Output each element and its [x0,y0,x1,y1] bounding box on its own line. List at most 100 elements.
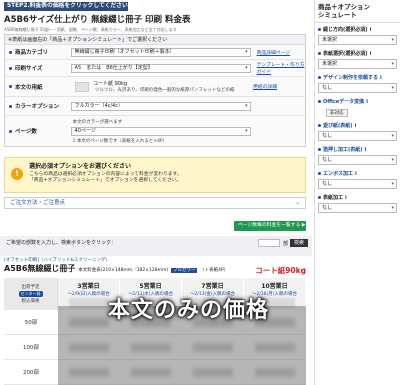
order-notes-label: ご注文方法・ご注意点 [10,200,66,206]
delivery-days: 3営業日 [77,282,100,290]
product-detail-link[interactable]: 商品詳細ページ [253,45,305,59]
endpaper-group: 遊び紙(表紙) i なし [315,119,400,143]
empty-link [253,116,305,146]
unsupported-tag: 非対応 [326,109,348,117]
info-icon[interactable]: i [370,51,372,57]
cover-select-group: 表紙選択(選択必須) i 未選択 [315,47,400,71]
design-request-select[interactable]: なし [318,83,397,93]
chevron-down-icon: ⌄ [295,200,300,206]
row-label: 印刷サイズ [5,60,69,76]
bullet-icon [318,76,321,79]
row-label: カラーオプション [5,97,69,115]
quantity-cell: 200部 [4,360,58,384]
row-label-text: ページ数 [15,129,37,135]
ship-header-cell: 出荷予定 センター発 税込価格 [4,278,58,310]
info-icon[interactable]: i [370,27,372,33]
main-content: STEP2.料金表の価格をクリックしてください A5B6サイズ仕上がり 無線綴じ… [0,0,312,385]
row-size: 印刷サイズ A5 または B6仕上がり【定型】 テンプレート・作り方ガイド [5,60,305,77]
page-subtitle: A5B6無線綴じ冊子 50部〜・用紙、部数、ページ数、表紙カラー、表紙加工など全… [4,27,177,32]
delivery-days: 10営業日 [261,282,288,290]
info-icon[interactable]: i [345,195,347,201]
quantity-cell: 100部 [4,335,58,359]
option-label: 綴じ方向(選択必須) i [318,26,397,33]
paper-select[interactable]: コート紙 90kg [93,80,234,87]
option-label-text: 表紙加工 [323,195,344,201]
option-label: Officeデータ変換 i [318,98,397,105]
search-button[interactable]: 検索 [290,239,308,247]
delivery-days: 5営業日 [139,282,162,290]
pages-select[interactable]: 40ページ [70,126,251,136]
option-label: 箔押し加工(表紙) i [318,146,397,153]
option-label-text[interactable]: エンボス加工 [323,170,353,177]
info-icon[interactable]: i [365,147,367,153]
warning-icon: ! [11,168,23,180]
template-guide-link[interactable]: テンプレート・作り方ガイド [253,60,305,76]
category-select[interactable]: 無線綴じ冊子印刷（オフセット印刷＋製本） [70,47,251,57]
order-notes-accordion[interactable]: ご注文方法・ご注意点 ⌄ [4,197,306,209]
required-options-warning: ! 選択必須オプションをお選びください こちらの商品は選択必須オプションの内容に… [4,157,306,193]
paper-thumbnail [75,81,89,92]
pages-hint: 1 本文のページ数です（表紙を入れると+4P） [72,138,168,144]
bullet-icon [318,52,321,55]
cover-finish-select[interactable]: なし [318,203,397,213]
color-badge: フルカラー [170,268,198,273]
binding-direction-group: 綴じ方向(選択必須) i 未選択 [315,23,400,47]
sidebar-title: 商品＋オプション シミュレート [315,0,400,23]
step-banner: STEP2.料金表の価格をクリックしてください [4,2,128,11]
center-badge: センター発 [18,291,43,297]
row-category: 商品カテゴリ 無線綴じ冊子印刷（オフセット印刷＋製本） 商品詳細ページ [5,45,305,60]
option-label: 表紙選択(選択必須) i [318,50,397,57]
row-label: ページ数 [5,116,69,146]
bullet-icon [318,28,321,31]
bullet-icon [9,104,12,108]
quantity-input[interactable] [258,239,280,247]
option-label-text: 綴じ方向(選択必須) [323,27,368,33]
price-title-main: A5B6無線綴じ冊子 [4,264,76,273]
option-label-text[interactable]: デザイン制作を依頼する [323,74,378,81]
option-label: 表紙加工 i [318,194,397,201]
cover-select[interactable]: 未選択 [318,59,397,69]
row-label: 商品カテゴリ [5,45,69,59]
body-only-price-overlay: 本文のみの価格 [108,298,270,323]
row-label: 本文の用紙 [5,77,73,96]
list-prices-by-pages-button[interactable]: ページ数毎の料金を一覧する ▶ [234,221,306,231]
paper-name: コート紙90kg [255,266,306,275]
option-label-text[interactable]: 遊び紙(表紙) [323,122,353,129]
info-icon[interactable]: i [366,99,368,105]
emboss-select[interactable]: なし [318,179,397,189]
quantity-search: ご希望の部数を入力し、検索ボタンをクリック： 部 検索 [0,236,312,256]
emboss-group: エンボス加工 i なし [315,167,400,191]
bullet-icon [318,172,321,175]
option-label-text: 表紙選択(選択必須) [323,51,368,57]
warning-title: 選択必須オプションをお選びください [29,163,132,170]
delivery-days: 7営業日 [201,282,224,290]
foil-stamp-select[interactable]: なし [318,155,397,165]
delivery-date: ～2/9(日)入稿の場合 [67,291,110,297]
price-title-suffix: （＋表紙4P） [200,268,229,273]
endpaper-select[interactable]: なし [318,131,397,141]
empty-link [253,97,305,115]
office-convert-group: Officeデータ変換 i 非対応 [315,95,400,119]
row-label-text: 本文の用紙 [15,84,43,91]
tax-label: 税込価格 [21,299,40,304]
paper-detail-link[interactable]: 用紙の詳細 [249,77,305,96]
spec-form: ※表紙は画面右の「商品＋オプションシミュレート」でご選択ください 商品カテゴリ … [4,34,306,147]
bullet-icon [318,124,321,127]
form-header-note: ※表紙は画面右の「商品＋オプションシミュレート」でご選択ください [5,35,305,45]
info-icon[interactable]: i [380,75,382,81]
pages-note: 本文のカラーが選べます [72,119,123,125]
info-icon[interactable]: i [355,123,357,129]
color-select[interactable]: フルカラー（4c/4c） [70,101,251,111]
size-select[interactable]: A5 または B6仕上がり【定型】 [70,63,251,73]
options-sidebar: 商品＋オプション シミュレート 綴じ方向(選択必須)i 未選択 表紙選択(選択必… [314,0,400,385]
cover-finish-group: 表紙加工 i なし [315,191,400,215]
row-label-text: カラーオプション [15,104,60,110]
binding-direction-select[interactable]: 未選択 [318,35,397,45]
info-icon[interactable]: i [355,171,357,177]
option-label-text[interactable]: 箔押し加工(表紙) [323,146,363,153]
page-title: A5B6サイズ仕上がり 無線綴じ冊子 印刷 料金表 [4,15,191,25]
option-label-text[interactable]: Officeデータ変換 [323,98,364,105]
search-hint: ご希望の部数を入力し、検索ボタンをクリック： [6,240,117,246]
price-table-header: [オフセット印刷]（ハイブリッド&スクリーニング） A5B6無線綴じ冊子 本文料… [4,257,306,277]
bullet-icon [318,100,321,103]
